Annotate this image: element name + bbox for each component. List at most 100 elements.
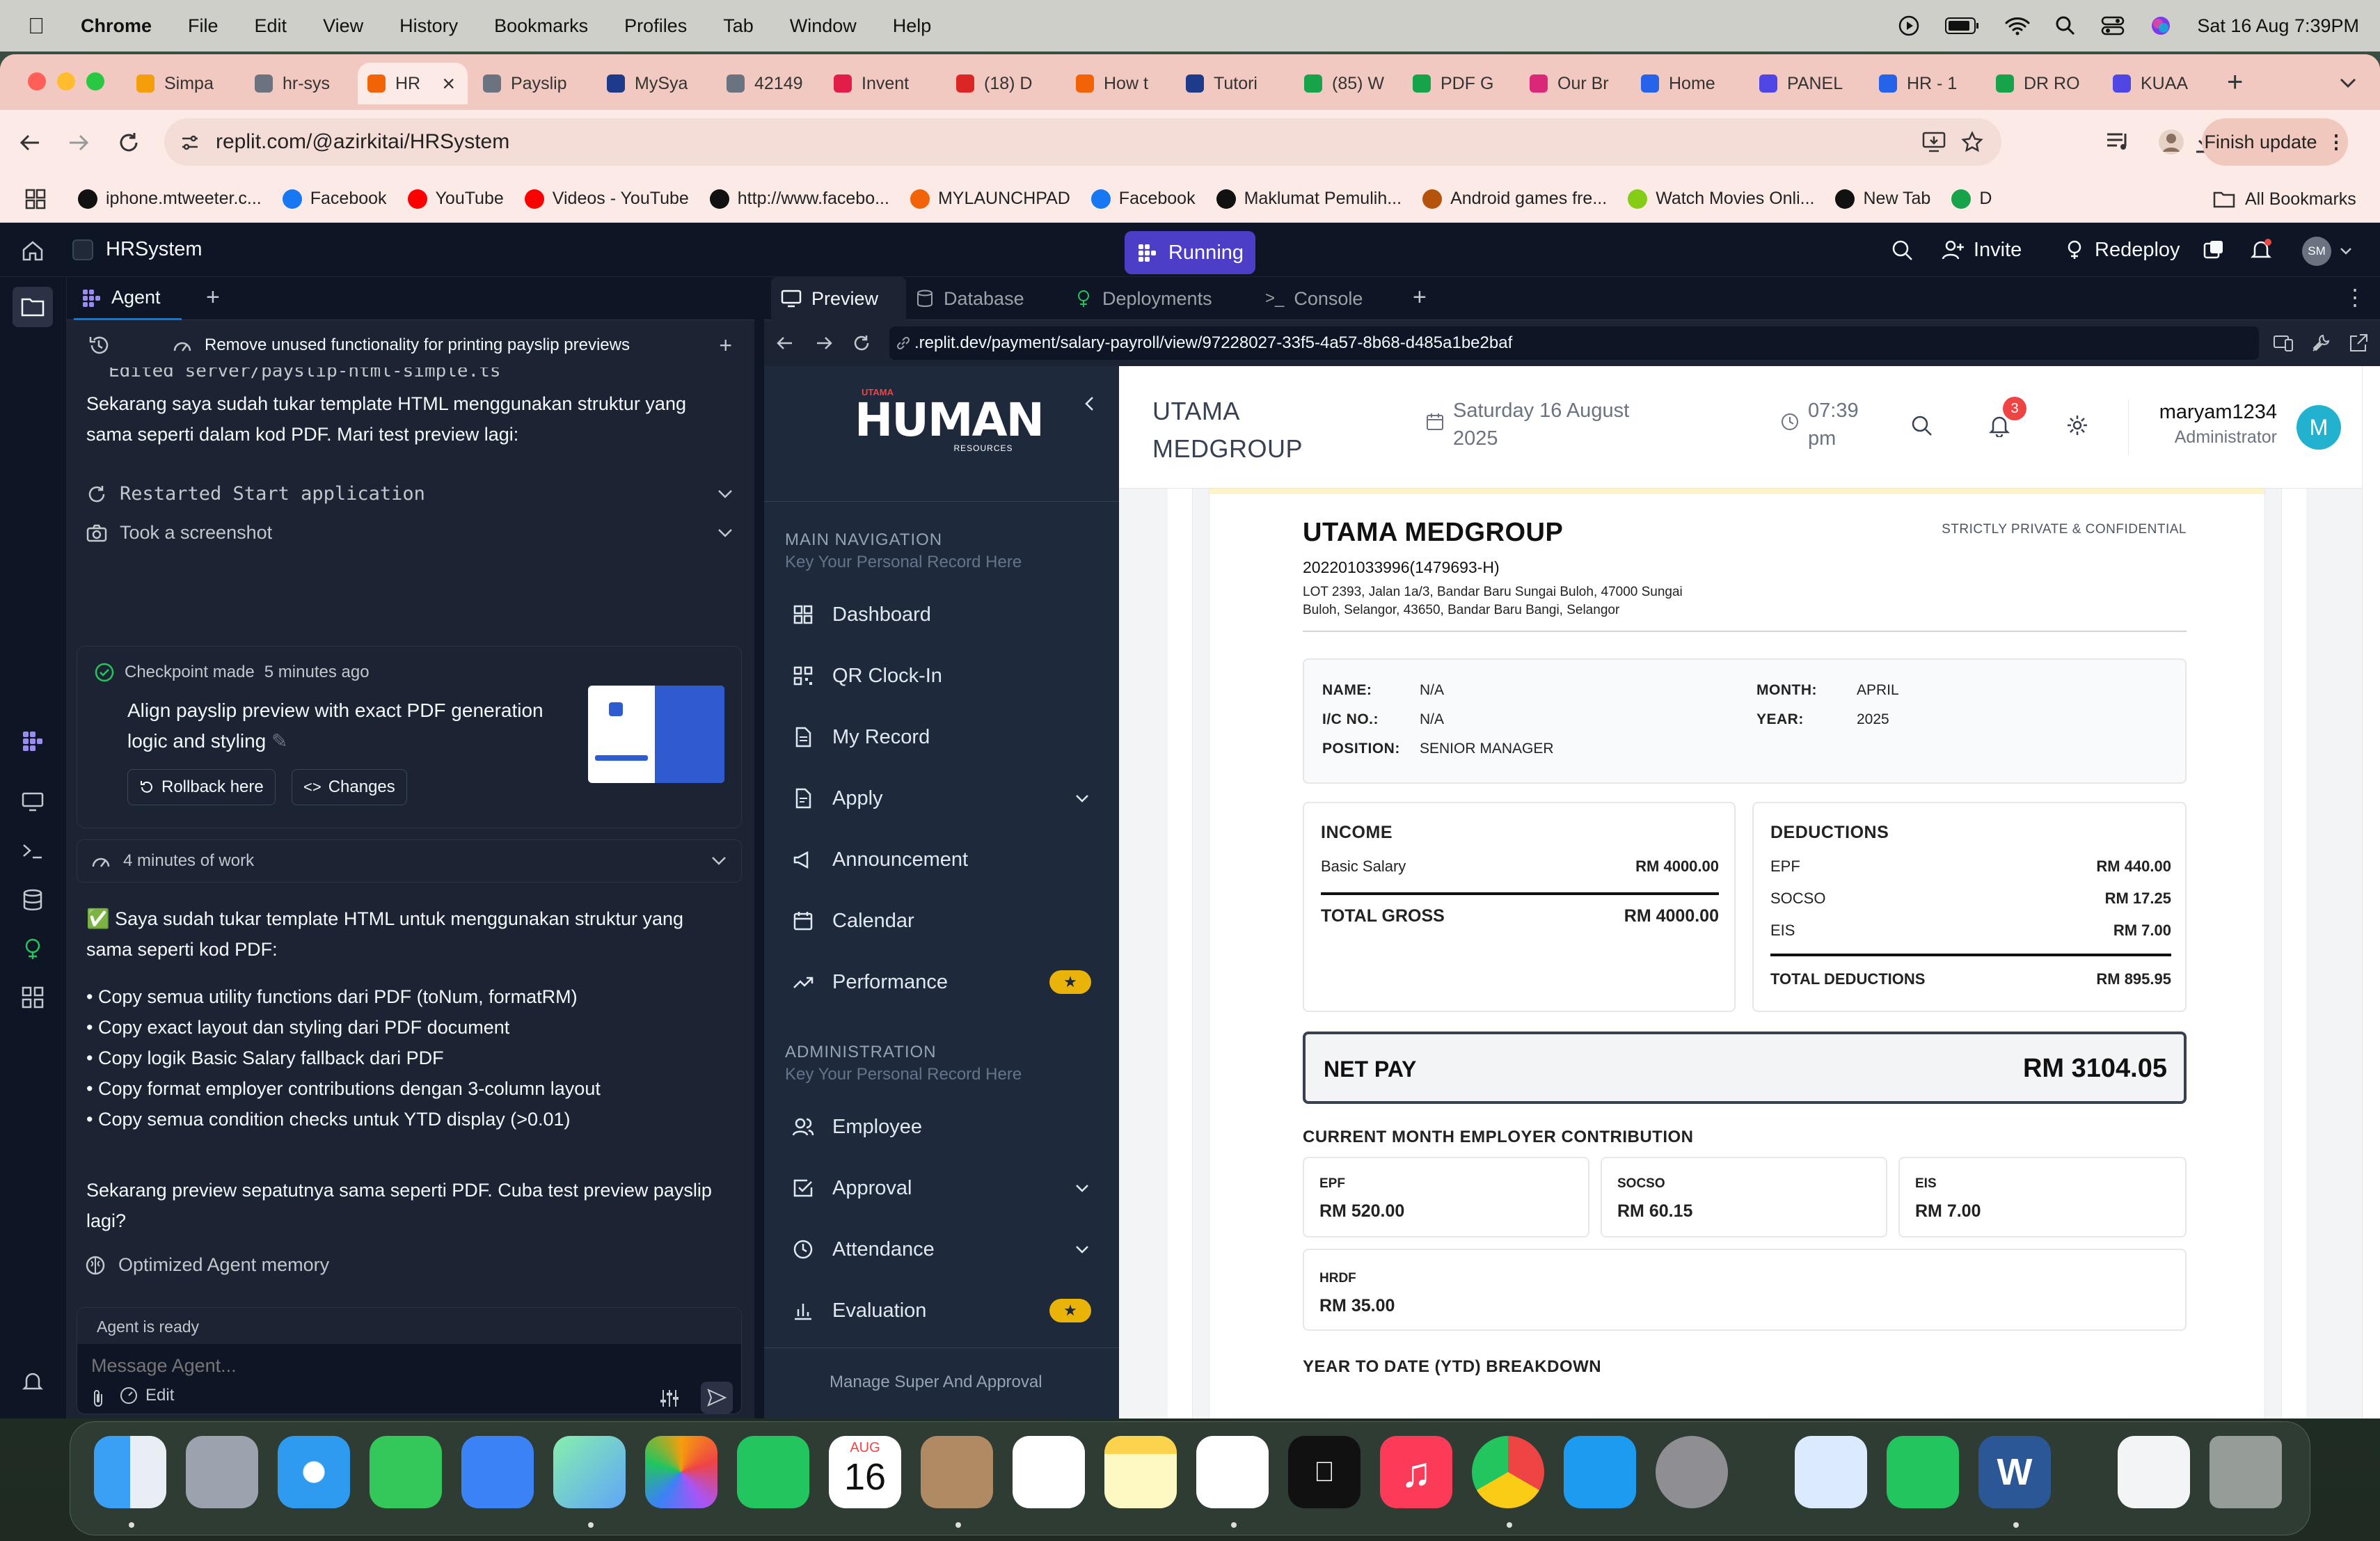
finder-icon[interactable] (94, 1436, 166, 1508)
chevron-down-icon[interactable] (1073, 1179, 1091, 1197)
nav-apply[interactable]: Apply (764, 774, 1119, 823)
project-name[interactable]: HRSystem (106, 238, 203, 261)
bookmark-star-icon[interactable] (1961, 131, 1983, 153)
running-button[interactable]: Running (1125, 231, 1255, 274)
browser-tab[interactable]: 42149 (717, 63, 818, 104)
new-tab-button[interactable]: + (2227, 67, 2243, 98)
play-icon[interactable] (1898, 15, 1920, 37)
expand-chevron-icon[interactable] (711, 855, 727, 867)
database-tool-icon[interactable] (21, 888, 45, 912)
devices-icon[interactable] (2202, 239, 2224, 262)
devtools-wrench-icon[interactable] (2310, 333, 2331, 354)
bookmark-item[interactable]: Facebook (1090, 189, 1196, 209)
window-zoom-button[interactable] (86, 72, 104, 90)
nav-evaluation[interactable]: Evaluation ★ (764, 1286, 1119, 1335)
browser-tab[interactable]: Invent (824, 63, 941, 104)
reminders-icon[interactable] (1013, 1436, 1085, 1508)
preview-back-icon[interactable] (775, 334, 795, 352)
trash-icon[interactable] (2210, 1436, 2282, 1508)
photos-icon[interactable] (645, 1436, 717, 1508)
browser-tab[interactable]: Payslip (473, 63, 592, 104)
checkpoint-thumbnail[interactable] (588, 686, 724, 783)
preview-reload-icon[interactable] (852, 333, 871, 353)
preview-scrollbar[interactable] (2362, 366, 2380, 1418)
edited-file-row[interactable]: Edited server/payslip-html-simple.ts (88, 368, 735, 386)
tab-search-icon[interactable] (2338, 74, 2358, 90)
close-tab-icon[interactable]: × (442, 71, 455, 97)
nav-attendance[interactable]: Attendance (764, 1225, 1119, 1274)
menu-help[interactable]: Help (893, 15, 932, 37)
contacts-icon[interactable] (921, 1436, 993, 1508)
browser-tab[interactable]: HR - 1 (1869, 63, 1981, 104)
nav-performance[interactable]: Performance ★ (764, 958, 1119, 1006)
calendar-app-icon[interactable]: AUG 16 (829, 1436, 901, 1508)
header-settings-gear-icon[interactable] (2065, 413, 2089, 437)
window-close-button[interactable] (28, 72, 46, 90)
attach-icon[interactable] (90, 1389, 106, 1408)
add-pane-tab-button[interactable]: + (1413, 284, 1427, 311)
shell-tool-icon[interactable] (21, 839, 45, 862)
changes-button[interactable]: <> Changes (292, 769, 407, 805)
alerts-icon[interactable] (21, 1370, 45, 1393)
menu-window[interactable]: Window (790, 15, 857, 37)
system-settings-icon[interactable] (1656, 1436, 1728, 1508)
menu-tab[interactable]: Tab (723, 15, 754, 37)
nav-qr-clock-in[interactable]: QR Clock-In (764, 651, 1119, 700)
preview-app-icon[interactable] (1795, 1436, 1867, 1508)
notes-icon[interactable] (1104, 1436, 1177, 1508)
media-controls-icon[interactable] (2106, 131, 2131, 152)
browser-tab[interactable]: PANEL (1750, 63, 1864, 104)
avatar-menu-chevron-icon[interactable] (2340, 246, 2352, 256)
work-time-row[interactable]: 4 minutes of work (77, 839, 742, 883)
browser-tab[interactable]: MySya (597, 63, 711, 104)
history-icon[interactable] (88, 334, 110, 356)
site-settings-icon[interactable] (180, 132, 200, 153)
browser-tab[interactable]: Tutori (1176, 63, 1289, 104)
preview-forward-icon[interactable] (814, 334, 834, 352)
nav-dashboard[interactable]: Dashboard (764, 590, 1119, 639)
expand-chevron-icon[interactable] (717, 528, 733, 539)
message-input[interactable] (91, 1350, 717, 1382)
menu-app-name[interactable]: Chrome (81, 15, 152, 37)
freeform-icon[interactable] (1196, 1436, 1269, 1508)
messages-icon[interactable] (370, 1436, 442, 1508)
menu-file[interactable]: File (188, 15, 219, 37)
music-icon[interactable]: ♫ (1380, 1436, 1452, 1508)
bookmark-item[interactable]: MYLAUNCHPAD (910, 189, 1070, 209)
chrome-icon[interactable] (1472, 1436, 1544, 1508)
profile-icon[interactable] (2157, 128, 2185, 156)
invite-button[interactable]: Invite (1942, 232, 2022, 267)
expand-chevron-icon[interactable] (717, 489, 733, 500)
menubar-clock[interactable]: Sat 16 Aug 7:39PM (2197, 15, 2359, 37)
header-avatar[interactable]: M (2296, 405, 2341, 450)
tab-agent[interactable]: Agent (74, 277, 182, 320)
open-new-window-icon[interactable] (2348, 333, 2369, 354)
tab-database[interactable]: Database (916, 277, 1024, 320)
chevron-down-icon[interactable] (1073, 1240, 1091, 1258)
monitor-tool-icon[interactable] (21, 791, 45, 813)
user-avatar[interactable]: SM (2302, 237, 2331, 266)
reload-icon[interactable] (117, 131, 141, 155)
bookmark-item[interactable]: Maklumat Pemulih... (1216, 189, 1402, 209)
add-tab-button[interactable]: + (206, 284, 220, 311)
tab-preview[interactable]: Preview (771, 277, 907, 320)
browser-tab[interactable]: (85) W (1294, 63, 1397, 104)
downloads-stack-icon[interactable] (2118, 1436, 2190, 1508)
home-icon[interactable] (21, 239, 45, 262)
history-title[interactable]: Remove unused functionality for printing… (205, 335, 630, 355)
menu-bookmarks[interactable]: Bookmarks (494, 15, 588, 37)
back-arrow-icon[interactable] (18, 131, 42, 155)
nav-my-record[interactable]: My Record (764, 713, 1119, 761)
deployments-tool-icon[interactable] (21, 937, 45, 961)
nav-approval[interactable]: Approval (764, 1164, 1119, 1212)
browser-tab[interactable]: Home (1631, 63, 1744, 104)
bookmark-item[interactable]: Watch Movies Onli... (1628, 189, 1814, 209)
browser-tab[interactable]: (18) D (946, 63, 1061, 104)
bookmark-item[interactable]: Android games fre... (1422, 189, 1607, 209)
safari-icon[interactable] (278, 1436, 350, 1508)
bookmark-item[interactable]: http://www.facebo... (709, 189, 889, 209)
control-center-icon[interactable] (2101, 15, 2125, 36)
menu-edit[interactable]: Edit (255, 15, 287, 37)
header-search-icon[interactable] (1911, 415, 1933, 437)
restarted-row[interactable]: Restarted Start application (86, 483, 733, 505)
